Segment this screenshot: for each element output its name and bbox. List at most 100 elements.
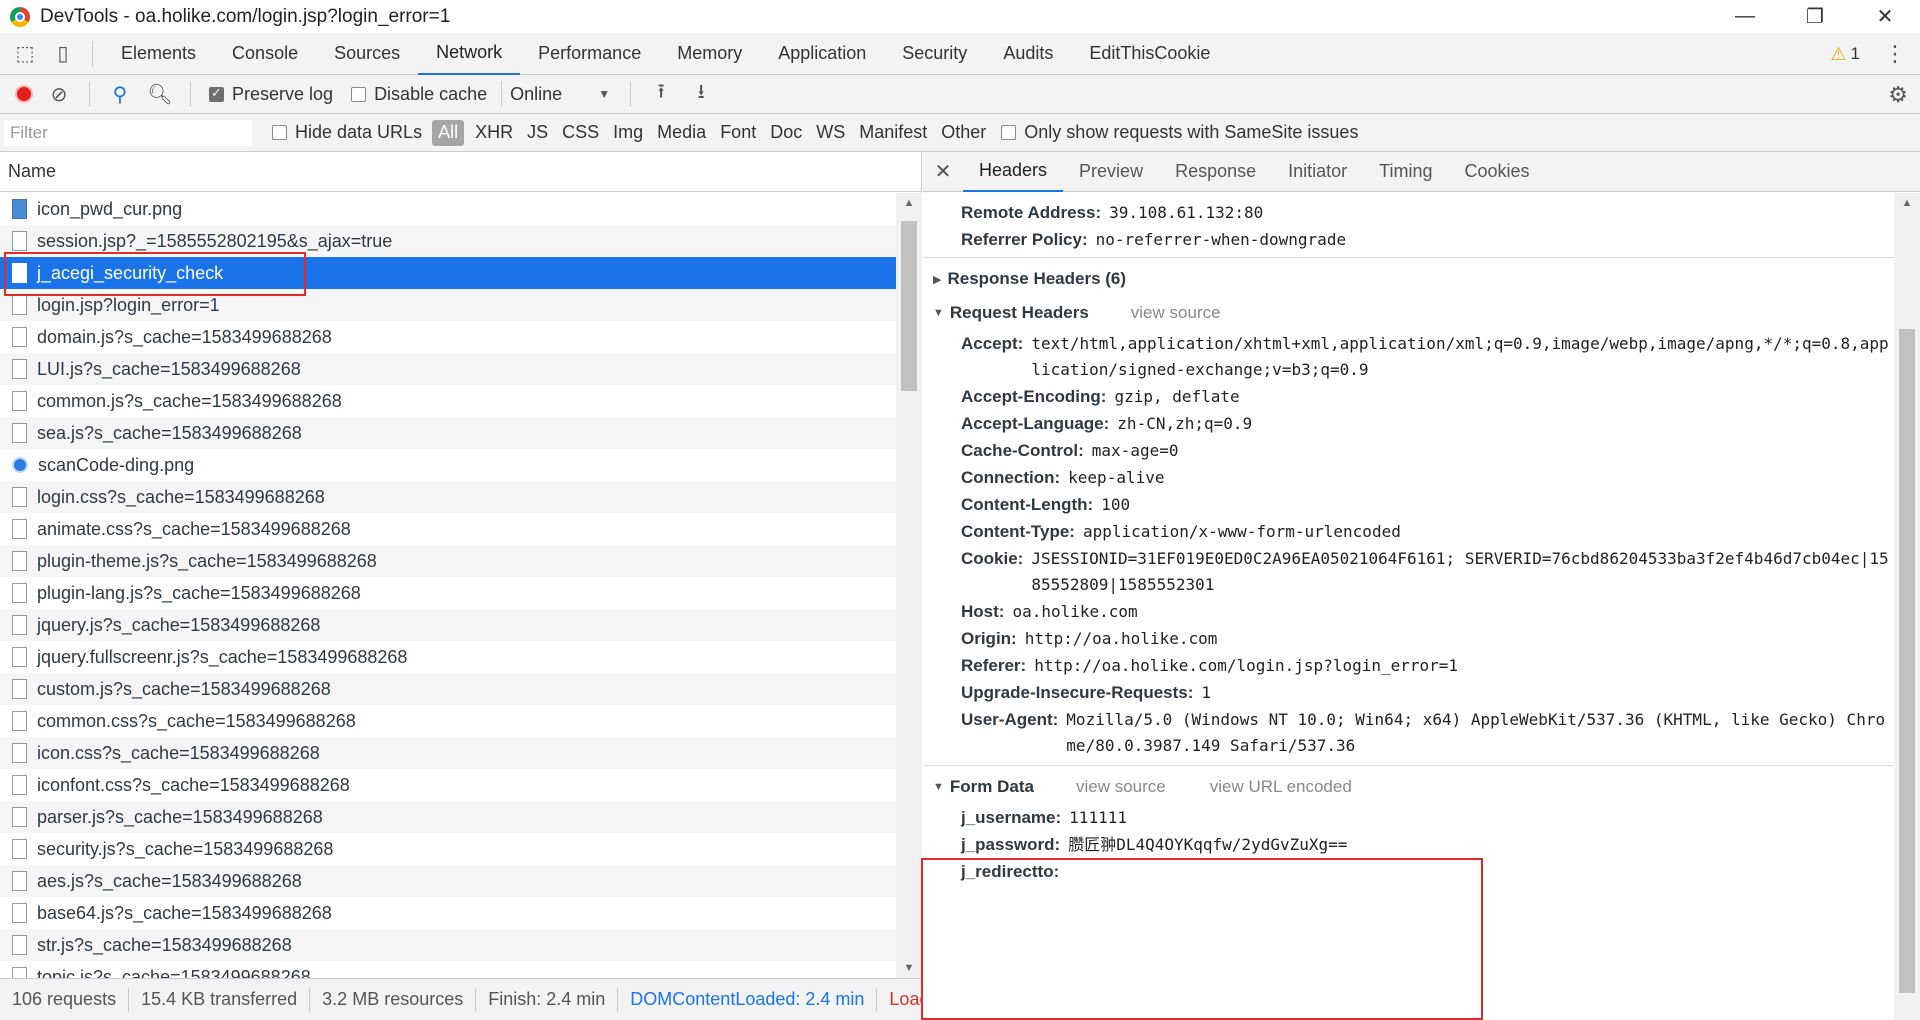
request-row[interactable]: custom.js?s_cache=1583499688268 [0, 673, 896, 705]
filter-type-media[interactable]: Media [650, 120, 713, 146]
request-row[interactable]: common.js?s_cache=1583499688268 [0, 385, 896, 417]
form-view-source-link[interactable]: view source [1076, 777, 1166, 797]
detail-tab-headers[interactable]: Headers [963, 152, 1064, 192]
request-row[interactable]: str.js?s_cache=1583499688268 [0, 929, 896, 961]
device-toolbar-icon[interactable]: ▯ [44, 33, 82, 75]
request-name: icon.css?s_cache=1583499688268 [37, 742, 320, 763]
detail-tab-cookies[interactable]: Cookies [1449, 152, 1546, 192]
detail-tab-response[interactable]: Response [1159, 152, 1272, 192]
more-options-icon[interactable]: ⋮ [1884, 33, 1906, 75]
request-row[interactable]: domain.js?s_cache=1583499688268 [0, 321, 896, 353]
request-row[interactable]: aes.js?s_cache=1583499688268 [0, 865, 896, 897]
request-row[interactable]: animate.css?s_cache=1583499688268 [0, 513, 896, 545]
request-name: aes.js?s_cache=1583499688268 [37, 870, 302, 891]
filter-type-ws[interactable]: WS [809, 120, 852, 146]
request-row[interactable]: common.css?s_cache=1583499688268 [0, 705, 896, 737]
chrome-logo-icon [10, 6, 30, 27]
request-row[interactable]: j_acegi_security_check [0, 257, 896, 289]
clear-icon[interactable]: ⊘ [39, 75, 79, 114]
file-icon [12, 903, 27, 923]
filter-type-css[interactable]: CSS [555, 120, 606, 146]
detail-tab-preview[interactable]: Preview [1063, 152, 1159, 192]
view-url-encoded-link[interactable]: view URL encoded [1210, 777, 1352, 797]
scrollbar-thumb[interactable] [1899, 329, 1915, 993]
tab-application[interactable]: Application [760, 33, 884, 75]
request-name: login.css?s_cache=1583499688268 [37, 486, 325, 507]
filter-type-font[interactable]: Font [713, 120, 763, 146]
request-name: common.css?s_cache=1583499688268 [37, 710, 356, 731]
scroll-up-icon[interactable]: ▲ [896, 197, 922, 209]
request-row[interactable]: jquery.fullscreenr.js?s_cache=1583499688… [0, 641, 896, 673]
filter-type-all[interactable]: All [432, 119, 465, 146]
filter-icon[interactable]: ⚲ [100, 75, 140, 114]
preserve-log-checkbox[interactable]: Preserve log [209, 84, 333, 105]
scroll-down-icon[interactable]: ▼ [896, 962, 922, 974]
close-details-icon[interactable]: ✕ [923, 159, 963, 184]
tab-sources[interactable]: Sources [316, 33, 418, 75]
request-row[interactable]: session.jsp?_=1585552802195&s_ajax=true [0, 225, 896, 257]
samesite-checkbox[interactable]: Only show requests with SameSite issues [1001, 122, 1358, 143]
filter-type-doc[interactable]: Doc [763, 120, 809, 146]
tab-performance[interactable]: Performance [520, 33, 659, 75]
throttling-select[interactable]: Online ▼ [510, 84, 620, 105]
response-headers-section[interactable]: ▶ Response Headers (6) [923, 262, 1894, 296]
import-har-icon[interactable]: ⭱ [641, 75, 681, 114]
detail-tab-initiator[interactable]: Initiator [1272, 152, 1363, 192]
form-data-section[interactable]: ▼ Form Data view source view URL encoded [923, 770, 1894, 804]
disable-cache-checkbox[interactable]: Disable cache [351, 84, 487, 105]
maximize-icon[interactable]: ❐ [1780, 0, 1850, 33]
request-row[interactable]: icon.css?s_cache=1583499688268 [0, 737, 896, 769]
inspect-element-icon[interactable]: ⬚ [6, 33, 44, 75]
request-row[interactable]: iconfont.css?s_cache=1583499688268 [0, 769, 896, 801]
request-row[interactable]: login.jsp?login_error=1 [0, 289, 896, 321]
request-row[interactable]: security.js?s_cache=1583499688268 [0, 833, 896, 865]
filter-type-js[interactable]: JS [520, 120, 555, 146]
minimize-icon[interactable]: — [1710, 0, 1780, 33]
request-name: scanCode-ding.png [38, 454, 195, 475]
request-row[interactable]: plugin-theme.js?s_cache=1583499688268 [0, 545, 896, 577]
tab-elements[interactable]: Elements [103, 33, 214, 75]
request-row[interactable]: plugin-lang.js?s_cache=1583499688268 [0, 577, 896, 609]
hide-data-urls-checkbox[interactable]: Hide data URLs [272, 122, 422, 143]
request-row[interactable]: base64.js?s_cache=1583499688268 [0, 897, 896, 929]
request-row[interactable]: topic.js?s_cache=1583499688268 [0, 961, 896, 978]
file-icon [12, 359, 27, 379]
record-icon[interactable] [15, 85, 33, 103]
export-har-icon[interactable]: ⭳ [681, 75, 721, 114]
close-window-icon[interactable]: ✕ [1850, 0, 1920, 33]
request-row[interactable]: jquery.js?s_cache=1583499688268 [0, 609, 896, 641]
filter-input[interactable]: Filter [4, 119, 252, 146]
request-row[interactable]: sea.js?s_cache=1583499688268 [0, 417, 896, 449]
view-source-link[interactable]: view source [1131, 303, 1221, 323]
request-row[interactable]: parser.js?s_cache=1583499688268 [0, 801, 896, 833]
finish-time: Finish: 2.4 min [476, 987, 619, 1012]
filter-type-manifest[interactable]: Manifest [852, 120, 934, 146]
tab-editthiscookie[interactable]: EditThisCookie [1071, 33, 1228, 75]
details-scrollbar[interactable]: ▲ [1894, 193, 1920, 1020]
request-headers-section[interactable]: ▼ Request Headers view source [923, 296, 1894, 330]
scrollbar-thumb[interactable] [901, 221, 917, 391]
detail-tab-timing[interactable]: Timing [1363, 152, 1448, 192]
window-controls: — ❐ ✕ [1710, 0, 1920, 33]
form-data-row: j_username: 111111 [923, 804, 1894, 831]
request-row[interactable]: LUI.js?s_cache=1583499688268 [0, 353, 896, 385]
request-row[interactable]: scanCode-ding.png [0, 449, 896, 481]
request-row[interactable]: login.css?s_cache=1583499688268 [0, 481, 896, 513]
warnings-badge[interactable]: ⚠ 1 [1830, 33, 1860, 75]
request-name: sea.js?s_cache=1583499688268 [37, 422, 302, 443]
tab-security[interactable]: Security [884, 33, 985, 75]
filter-type-xhr[interactable]: XHR [468, 120, 520, 146]
tab-console[interactable]: Console [214, 33, 316, 75]
request-row[interactable]: icon_pwd_cur.png [0, 193, 896, 225]
request-name: animate.css?s_cache=1583499688268 [37, 518, 351, 539]
filter-type-other[interactable]: Other [934, 120, 993, 146]
tab-network[interactable]: Network [418, 33, 521, 75]
requests-scrollbar[interactable]: ▲ ▼ [896, 193, 922, 978]
settings-gear-icon[interactable]: ⚙ [1888, 75, 1908, 114]
filter-type-img[interactable]: Img [606, 120, 650, 146]
search-icon[interactable]: 🔍︎ [140, 75, 180, 114]
scroll-up-icon[interactable]: ▲ [1894, 197, 1920, 209]
tab-audits[interactable]: Audits [985, 33, 1071, 75]
tab-memory[interactable]: Memory [659, 33, 760, 75]
name-column-header[interactable]: Name [0, 152, 921, 192]
